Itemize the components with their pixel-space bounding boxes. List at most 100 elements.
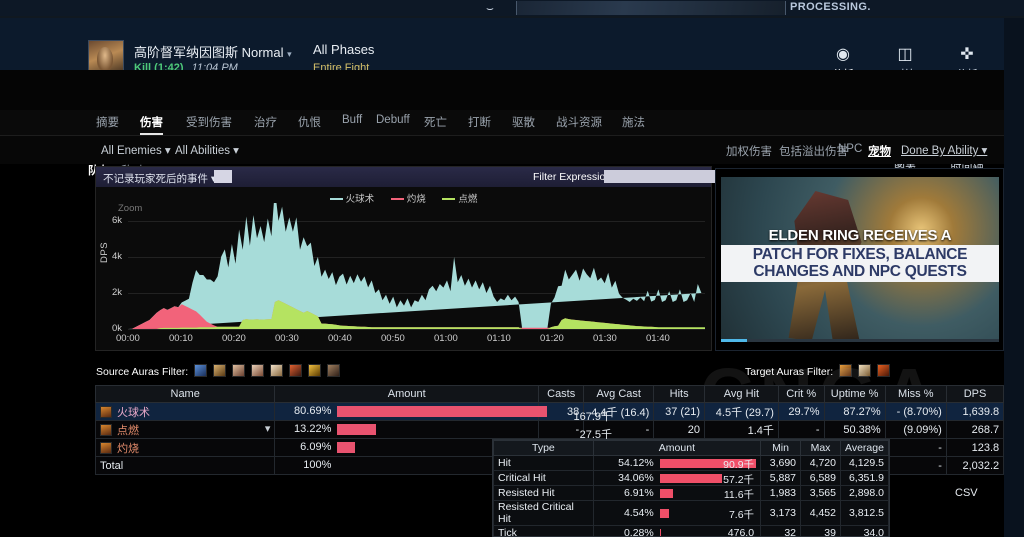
eye-icon: ◉ — [836, 46, 850, 63]
row-0-amount-value: 167.9千 — [573, 411, 612, 423]
col-amount[interactable]: Amount — [274, 385, 540, 403]
col-name[interactable]: Name — [94, 385, 276, 403]
row-uptime: 87.27% — [823, 402, 886, 421]
col-avg-cast[interactable]: Avg Cast — [583, 385, 655, 403]
popup-amount: 90.9千 — [723, 458, 755, 471]
phase-selector[interactable]: All Phases — [313, 42, 374, 57]
tab-buff[interactable]: Buff — [342, 114, 362, 126]
popup-row: Resisted Critical Hit 4.54% 7.6千 3,173 4,… — [493, 500, 889, 526]
fight-title[interactable]: 高阶督军纳因图斯 Normal ▾ — [134, 42, 292, 61]
popup-type: Hit — [493, 455, 594, 471]
popup-max: 4,452 — [800, 500, 841, 526]
csv-export-button[interactable]: CSV — [955, 487, 978, 499]
popup-col-amount[interactable]: Amount — [592, 440, 762, 456]
y-tick-2k: 2k — [112, 287, 123, 298]
popup-amount: 11.6千 — [723, 488, 755, 501]
filter-expression-label: Filter Expression: — [533, 171, 615, 183]
col-dps[interactable]: DPS — [945, 385, 1005, 403]
tab-damage-taken[interactable]: 受到伤害 — [186, 114, 232, 130]
popup-max: 4,720 — [800, 455, 841, 471]
popup-percent: 34.06% — [618, 471, 654, 484]
ad-headline-line3: CHANGES AND NPC QUESTS — [753, 263, 967, 280]
chevron-down-icon: ▾ — [287, 49, 292, 59]
row-name-cell[interactable]: 灼烧 — [94, 438, 276, 457]
filter-all-abilities[interactable]: All Abilities ▾ — [175, 143, 239, 157]
tab-casts[interactable]: 施法 — [622, 114, 645, 130]
ability-name: 火球术 — [117, 406, 150, 419]
tab-deaths[interactable]: 死亡 — [424, 114, 447, 130]
row-name-cell[interactable]: 点燃 ▾ — [94, 420, 276, 439]
col-casts[interactable]: Casts — [538, 385, 585, 403]
col-avg-hit[interactable]: Avg Hit — [704, 385, 779, 403]
popup-col-type[interactable]: Type — [493, 440, 594, 456]
popup-amount: 7.6千 — [728, 508, 755, 521]
tab-damage[interactable]: 伤害 — [140, 114, 163, 135]
popup-header-row: Type Amount Min Max Average — [493, 440, 889, 456]
popup-average: 34.0 — [839, 525, 889, 536]
filter-all-enemies[interactable]: All Enemies ▾ — [101, 143, 171, 157]
total-label: Total — [94, 456, 276, 475]
graph-death-filter-dropdown[interactable]: 不记录玩家死后的事件 ▾ — [103, 171, 216, 186]
dps-area-chart[interactable] — [128, 203, 705, 329]
browser-top-strip: ⌣ PROCESSING. — [0, 0, 1024, 16]
popup-col-min[interactable]: Min — [760, 440, 802, 456]
graph-color-swatch[interactable] — [214, 170, 232, 183]
ad-progress-bar — [721, 339, 999, 342]
x-tick-10: 01:40 — [646, 333, 670, 344]
total-dps: 2,032.2 — [945, 456, 1005, 475]
row-miss: - — [884, 438, 947, 457]
popup-min: 3,173 — [760, 500, 802, 526]
fight-title-text: 高阶督军纳因图斯 Normal — [134, 45, 284, 60]
filter-weighted-damage[interactable]: 加权伤害 — [726, 143, 772, 159]
aura-icon-1[interactable] — [194, 364, 208, 377]
filter-done-by-ability[interactable]: Done By Ability ▾ — [901, 143, 987, 157]
advertisement-banner[interactable]: ELDEN RING RECEIVES A PATCH FOR FIXES, B… — [715, 168, 1004, 351]
col-crit[interactable]: Crit % — [777, 385, 825, 403]
filter-npc[interactable]: NPC — [838, 143, 862, 155]
filter-pets[interactable]: 宠物 — [868, 143, 891, 159]
aura-icon-3[interactable] — [231, 364, 245, 377]
aura-icon-4[interactable] — [250, 364, 264, 377]
target-aura-icon-1[interactable] — [839, 364, 853, 377]
processing-label: PROCESSING. — [790, 1, 871, 13]
popup-row: Hit 54.12% 90.9千 3,690 4,720 4,129.5 — [493, 455, 889, 471]
popup-type: Critical Hit — [493, 470, 594, 486]
row-hits: 37 (21) — [653, 402, 705, 421]
col-uptime[interactable]: Uptime % — [823, 385, 886, 403]
table-header-row: Name Amount Casts Avg Cast Hits Avg Hit … — [94, 385, 1024, 403]
aura-icon-5[interactable] — [269, 364, 283, 377]
aura-icon-2[interactable] — [213, 364, 227, 377]
row-dps: 1,639.8 — [945, 402, 1005, 421]
col-miss[interactable]: Miss % — [884, 385, 947, 403]
target-aura-icon-2[interactable] — [857, 364, 871, 377]
tab-debuff[interactable]: Debuff — [376, 114, 410, 126]
popup-col-max[interactable]: Max — [800, 440, 841, 456]
tab-healing[interactable]: 治疗 — [254, 114, 277, 130]
row-hits: 20 — [653, 420, 705, 439]
popup-col-average[interactable]: Average — [839, 440, 889, 456]
damage-breakdown-popup[interactable]: Type Amount Min Max Average Hit 54.12% 90… — [492, 439, 890, 537]
aura-icon-6[interactable] — [288, 364, 302, 377]
row-name-cell[interactable]: 火球术 — [94, 402, 276, 421]
row-uptime: 50.38% — [823, 420, 886, 439]
aura-icon-7[interactable] — [307, 364, 321, 377]
graph-toolbar: 不记录玩家死后的事件 ▾ Filter Expression: ✿▾ ▁ ▫ — [96, 167, 793, 187]
top-banner-image — [516, 1, 786, 15]
target-aura-icon-3[interactable] — [876, 364, 890, 377]
tab-dispels[interactable]: 驱散 — [512, 114, 535, 130]
popup-amount-cell: 4.54% 7.6千 — [592, 500, 762, 526]
popup-percent: 0.28% — [623, 526, 654, 537]
row-caret-icon[interactable]: ▾ — [265, 422, 271, 435]
tab-interrupts[interactable]: 打断 — [468, 114, 491, 130]
tab-threat[interactable]: 仇恨 — [298, 114, 321, 130]
col-hits[interactable]: Hits — [653, 385, 705, 403]
tab-resources[interactable]: 战斗资源 — [556, 114, 602, 130]
row-avg-hit: 1.4千 — [704, 420, 779, 439]
popup-amount-cell: 34.06% 57.2千 — [592, 470, 762, 486]
popup-max: 39 — [800, 525, 841, 536]
tab-summary[interactable]: 摘要 — [96, 114, 119, 130]
aura-icon-8[interactable] — [326, 364, 340, 377]
popup-percent: 6.91% — [623, 486, 654, 499]
row-miss: - (8.70%) — [884, 402, 947, 421]
total-percent: 100% — [303, 459, 332, 471]
